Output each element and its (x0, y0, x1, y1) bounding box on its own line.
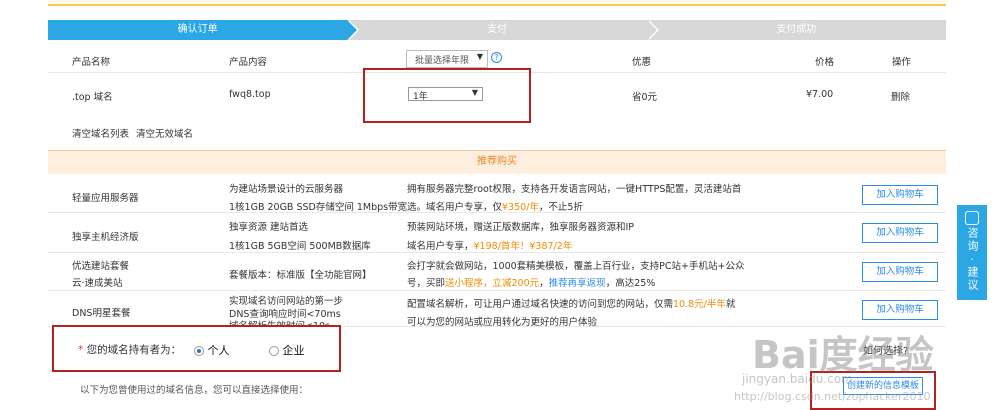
delete-link[interactable]: 删除 (891, 89, 910, 103)
recommend-spec: 1核1GB 5GB空间 500MB数据库 (229, 241, 371, 252)
step-pay: 支付 (347, 20, 659, 40)
watermark-url: jingyan.baidu.com (742, 372, 853, 386)
col-action: 操作 (892, 57, 912, 68)
clear-list-link[interactable]: 清空域名列表 (72, 126, 129, 140)
sidebar-dot: · (970, 253, 974, 266)
step-label: 确认订单 (177, 24, 218, 35)
recommend-desc: 拥有服务器完整root权限，支持各开发语言网站，一键HTTPS配置，灵活建站首 (407, 184, 742, 195)
progress-steps: 确认订单 支付 支付成功 (48, 20, 946, 40)
watermark-blog: http://blog.csdn.net/zophacker2010 (734, 390, 931, 403)
page: 确认订单 支付 支付成功 产品名称 产品内容 批量选择年限 ▼ ? 优惠 价格 操… (0, 0, 1000, 410)
recommend-name[interactable]: DNS明星套餐 (72, 305, 130, 319)
step-label: 支付成功 (776, 24, 817, 35)
recommend-spec: 1核1GB 20GB SSD存储空间 1Mbps带宽 (229, 202, 408, 213)
recommend-subname[interactable]: 云·速成美站 (72, 275, 123, 289)
sidebar-text: 建议 (966, 266, 979, 292)
add-to-cart-button[interactable]: 加入购物车 (862, 185, 938, 205)
col-product-name: 产品名称 (72, 57, 111, 68)
step-pay-success: 支付成功 (646, 20, 946, 40)
order-discount: 省0元 (632, 92, 658, 103)
recommend-desc: 配置域名解析，可让用户通过域名快速的访问到您的网站，仅需10.8元/半年就 (407, 299, 736, 310)
recommend-desc: 会打字就会做网站，1000套精美模板，覆盖上百行业，支持PC站+手机站+公众 (407, 261, 745, 272)
chat-icon (965, 211, 979, 225)
recommend-spec: 套餐版本：标准版【全功能官网】 (229, 270, 372, 281)
add-to-cart-button[interactable]: 加入购物车 (862, 262, 938, 282)
recommend-name[interactable]: 轻量应用服务器 (72, 190, 139, 204)
step-confirm-order: 确认订单 (48, 20, 360, 40)
notice-bar (48, 0, 946, 6)
highlight-box (52, 325, 341, 372)
recommend-name[interactable]: 独享主机经济版 (72, 229, 139, 243)
add-to-cart-button[interactable]: 加入购物车 (862, 223, 938, 243)
recommend-header: 推荐购买 (48, 150, 946, 174)
sidebar-text: 咨询 (966, 227, 979, 253)
recommend-desc: 预装网站环境，赠送正版数据库，独享服务器资源和IP (407, 222, 635, 233)
baidu-watermark-logo: Bai度经验 (752, 333, 934, 377)
feedback-sidebar[interactable]: 咨询 · 建议 (957, 205, 987, 300)
order-product-content: fwq8.top (229, 89, 271, 100)
clear-invalid-link[interactable]: 清空无效域名 (136, 126, 193, 140)
recommend-spec: 独享资源 建站首选 (229, 222, 309, 233)
owner-hint: 以下为您曾使用过的域名信息，您可以直接选择使用： (80, 385, 309, 396)
col-discount: 优惠 (632, 57, 652, 68)
recommend-spec: 为建站场景设计的云服务器 (229, 184, 344, 195)
col-price: 价格 (815, 57, 835, 68)
help-icon[interactable]: ? (491, 52, 502, 63)
recommend-desc: 域名用户专享，¥198/首年！¥387/2年 (407, 241, 573, 252)
chevron-down-icon: ▼ (476, 52, 483, 61)
order-product-name: .top 域名 (72, 92, 113, 103)
col-product-content: 产品内容 (229, 57, 268, 68)
recommend-desc: 号，买即送小程序，立减200元，推荐再享返现，高达25% (407, 278, 656, 289)
step-label: 支付 (486, 24, 507, 35)
recommend-name: 优选建站套餐 (72, 261, 130, 272)
add-to-cart-button[interactable]: 加入购物车 (862, 300, 938, 320)
order-price: ¥7.00 (806, 89, 834, 100)
highlight-box (363, 68, 531, 123)
batch-year-select[interactable]: 批量选择年限 ▼ (406, 50, 488, 68)
recommend-spec: 实现域名访问网站的第一步 (229, 296, 344, 307)
batch-year-select-label: 批量选择年限 (415, 56, 470, 66)
recommend-desc: 选。域名用户专享，仅¥350/年，不止5折 (407, 202, 583, 213)
